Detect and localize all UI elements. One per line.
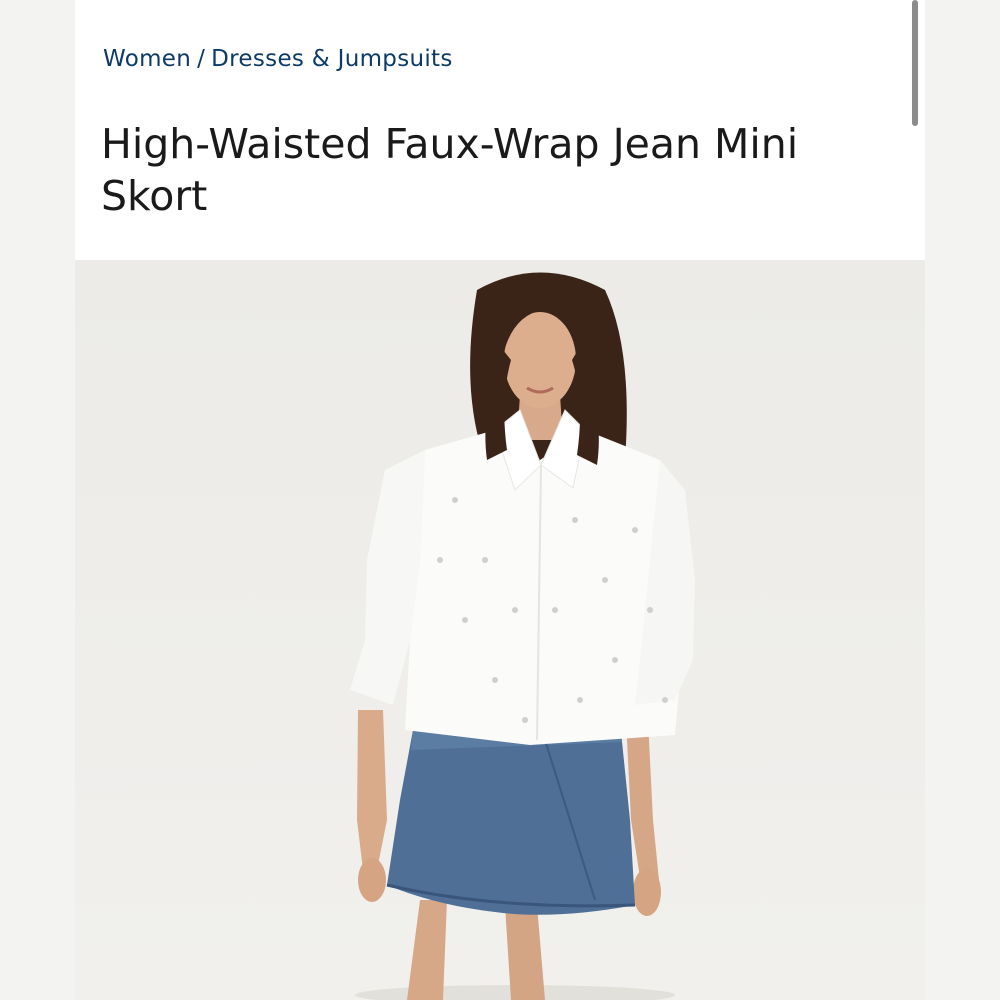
model-illustration [350, 272, 695, 1000]
breadcrumb-separator: / [197, 46, 206, 72]
left-forearm [357, 710, 387, 870]
left-hand [358, 858, 386, 902]
denim-skort [387, 722, 635, 915]
product-title: High-Waisted Faux-Wrap Jean Mini Skort [101, 120, 799, 220]
product-page: Women / Dresses & Jumpsuits High-Waisted F… [0, 0, 1000, 1000]
left-leg [407, 900, 447, 1000]
breadcrumb-link-dresses-jumpsuits[interactable]: Dresses & Jumpsuits [211, 46, 452, 72]
right-hand [633, 868, 661, 916]
product-image[interactable] [75, 260, 925, 1000]
right-leg [505, 905, 545, 1000]
product-header: Women / Dresses & Jumpsuits High-Waisted F… [75, 0, 925, 260]
breadcrumb-link-women[interactable]: Women [103, 46, 191, 72]
breadcrumb: Women / Dresses & Jumpsuits [103, 46, 453, 72]
scrollbar-thumb[interactable] [912, 0, 918, 126]
